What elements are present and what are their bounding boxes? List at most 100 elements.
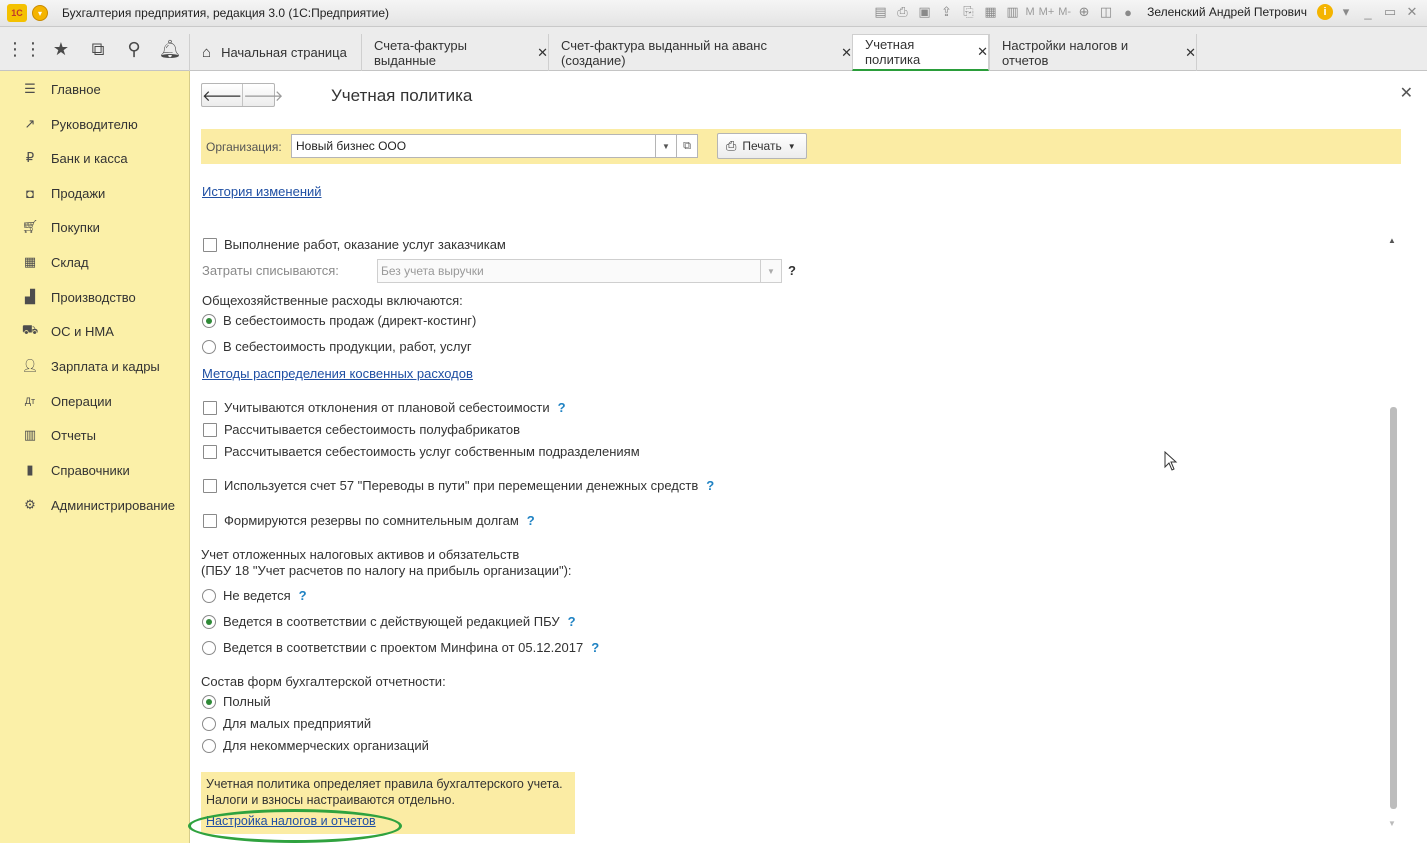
maximize-button[interactable]: ▭ (1381, 3, 1399, 21)
deferred-option-current-pbu[interactable]: Ведется в соответствии с действующей ред… (202, 614, 576, 629)
sidebar-item-warehouse[interactable]: ▦ Склад (0, 248, 190, 276)
deferred-option-minfin-draft[interactable]: Ведется в соответствии с проектом Минфин… (202, 640, 599, 655)
chevron-down-icon: ▼ (760, 259, 782, 283)
overhead-radio-2[interactable] (202, 339, 216, 354)
scrollbar-thumb[interactable] (1390, 407, 1397, 809)
save-icon[interactable]: ▤ (871, 3, 889, 21)
tab-invoices-issued[interactable]: Счета-фактуры выданные ✕ (361, 34, 548, 71)
deferred-radio-2[interactable] (202, 614, 216, 629)
deviation-checkbox[interactable] (203, 400, 217, 415)
main-menu-button[interactable]: ▾ (32, 5, 48, 21)
scroll-up-icon[interactable]: ▲ (1388, 236, 1396, 245)
deferred-radio-1[interactable] (202, 588, 216, 603)
sidebar-item-payroll[interactable]: 👤︎ Зарплата и кадры (0, 352, 190, 380)
checkbox-label: Рассчитывается себестоимость полуфабрика… (224, 422, 520, 437)
semi-products-checkbox[interactable] (203, 422, 217, 437)
tab-advance-invoice[interactable]: Счет-фактура выданный на аванс (создание… (548, 34, 852, 71)
history-icon[interactable]: ⧉ (85, 36, 111, 62)
reserves-checkbox[interactable] (203, 513, 217, 528)
close-icon[interactable]: ✕ (1185, 45, 1196, 61)
works-checkbox[interactable] (203, 237, 217, 252)
sidebar-item-operations[interactable]: Дт Операции (0, 387, 190, 415)
sidebar-item-fixed-assets[interactable]: ⛟ ОС и НМА (0, 317, 190, 345)
own-services-checkbox[interactable] (203, 444, 217, 459)
help-icon[interactable]: ? (568, 614, 576, 629)
close-icon[interactable]: ✕ (537, 45, 548, 61)
apps-grid-icon[interactable]: ⋮⋮ (6, 36, 42, 62)
sidebar-item-bank[interactable]: ₽ Банк и касса (0, 144, 190, 172)
account57-checkbox[interactable] (203, 478, 217, 493)
memory-m-minus-button[interactable]: M- (1058, 6, 1071, 18)
works-checkbox-row[interactable]: Выполнение работ, оказание услуг заказчи… (203, 237, 506, 252)
preview-icon[interactable]: ▣ (915, 3, 933, 21)
deviation-checkbox-row[interactable]: Учитываются отклонения от плановой себес… (203, 400, 566, 415)
forms-option-small[interactable]: Для малых предприятий (202, 716, 371, 731)
close-form-icon[interactable]: ✕ (1400, 83, 1413, 103)
tab-tax-settings[interactable]: Настройки налогов и отчетов ✕ (989, 34, 1197, 71)
history-link[interactable]: История изменений (202, 184, 322, 199)
organization-field[interactable]: Новый бизнес ООО (291, 134, 657, 158)
forms-radio-2[interactable] (202, 716, 216, 731)
sidebar-item-label: Продажи (51, 185, 106, 201)
sidebar-item-label: Главное (51, 81, 101, 97)
forward-arrow-icon[interactable]: 🡒 (243, 84, 283, 106)
tab-home[interactable]: ⌂ Начальная страница (189, 34, 361, 71)
help-icon[interactable]: ? (527, 513, 535, 528)
memory-m-button[interactable]: M (1025, 6, 1034, 18)
help-icon[interactable]: ? (591, 640, 599, 655)
sidebar-item-production[interactable]: ▟ Производство (0, 283, 190, 311)
favorites-star-icon[interactable]: ★ (48, 36, 74, 62)
zoom-icon[interactable]: ⊕ (1075, 3, 1093, 21)
attach-icon[interactable]: ⎘ (959, 3, 977, 21)
scroll-down-icon[interactable]: ▼ (1388, 819, 1396, 828)
help-icon[interactable]: ? (558, 400, 566, 415)
overhead-radio-1[interactable] (202, 313, 216, 328)
panels-icon[interactable]: ◫ (1097, 3, 1115, 21)
export-icon[interactable]: ⇪ (937, 3, 955, 21)
sidebar-item-reports[interactable]: ▥ Отчеты (0, 421, 190, 449)
user-icon: ● (1124, 4, 1132, 20)
calculator-icon[interactable]: ▦ (981, 3, 999, 21)
sidebar-item-manager[interactable]: ↗ Руководителю (0, 110, 190, 138)
sidebar-item-sales[interactable]: ◘ Продажи (0, 179, 190, 207)
forms-option-full[interactable]: Полный (202, 694, 271, 709)
print-icon[interactable]: ⎙ (893, 3, 911, 21)
chevron-down-icon: ▼ (787, 141, 796, 151)
chevron-down-icon[interactable]: ▼ (655, 134, 677, 158)
info-icon[interactable]: i (1317, 4, 1333, 20)
overhead-option-direct-costing[interactable]: В себестоимость продаж (директ-костинг) (202, 313, 476, 328)
costs-label: Затраты списываются: (202, 263, 339, 278)
print-button[interactable]: ⎙ Печать ▼ (717, 133, 807, 159)
forms-option-nonprofit[interactable]: Для некоммерческих организаций (202, 738, 429, 753)
window-menu-button[interactable]: ▾ (1337, 3, 1355, 21)
sidebar-item-main[interactable]: ☰ Главное (0, 75, 190, 103)
indirect-cost-methods-link[interactable]: Методы распределения косвенных расходов (202, 366, 473, 381)
tab-accounting-policy[interactable]: Учетная политика ✕ (852, 34, 989, 71)
close-icon[interactable]: ✕ (841, 45, 852, 61)
help-icon[interactable]: ? (706, 478, 714, 493)
help-icon[interactable]: ? (788, 263, 796, 278)
forms-radio-1[interactable] (202, 694, 216, 709)
back-arrow-icon[interactable]: 🡐 (202, 84, 242, 106)
help-icon[interactable]: ? (299, 588, 307, 603)
own-services-checkbox-row[interactable]: Рассчитывается себестоимость услуг собст… (203, 444, 640, 459)
close-window-button[interactable]: ✕ (1403, 3, 1421, 21)
forms-radio-3[interactable] (202, 738, 216, 753)
sidebar-item-directories[interactable]: ▮ Справочники (0, 456, 190, 484)
deferred-radio-3[interactable] (202, 640, 216, 655)
sidebar-item-purchases[interactable]: 🛒︎ Покупки (0, 213, 190, 241)
sidebar-item-administration[interactable]: ⚙ Администрирование (0, 491, 190, 519)
close-icon[interactable]: ✕ (977, 44, 988, 60)
deferred-option-none[interactable]: Не ведется ? (202, 588, 307, 603)
bell-icon[interactable]: 🔔︎ (157, 36, 183, 62)
minimize-button[interactable]: _ (1359, 3, 1377, 21)
reserves-checkbox-row[interactable]: Формируются резервы по сомнительным долг… (203, 513, 535, 528)
current-user[interactable]: Зеленский Андрей Петрович (1147, 5, 1307, 19)
open-icon[interactable]: ⧉ (676, 134, 698, 158)
memory-m-plus-button[interactable]: M+ (1039, 6, 1055, 18)
account57-checkbox-row[interactable]: Используется счет 57 "Переводы в пути" п… (203, 478, 714, 493)
overhead-option-production-cost[interactable]: В себестоимость продукции, работ, услуг (202, 339, 472, 354)
semi-products-checkbox-row[interactable]: Рассчитывается себестоимость полуфабрика… (203, 422, 520, 437)
search-icon[interactable]: ⚲ (121, 36, 147, 62)
calendar-icon[interactable]: ▥ (1003, 3, 1021, 21)
